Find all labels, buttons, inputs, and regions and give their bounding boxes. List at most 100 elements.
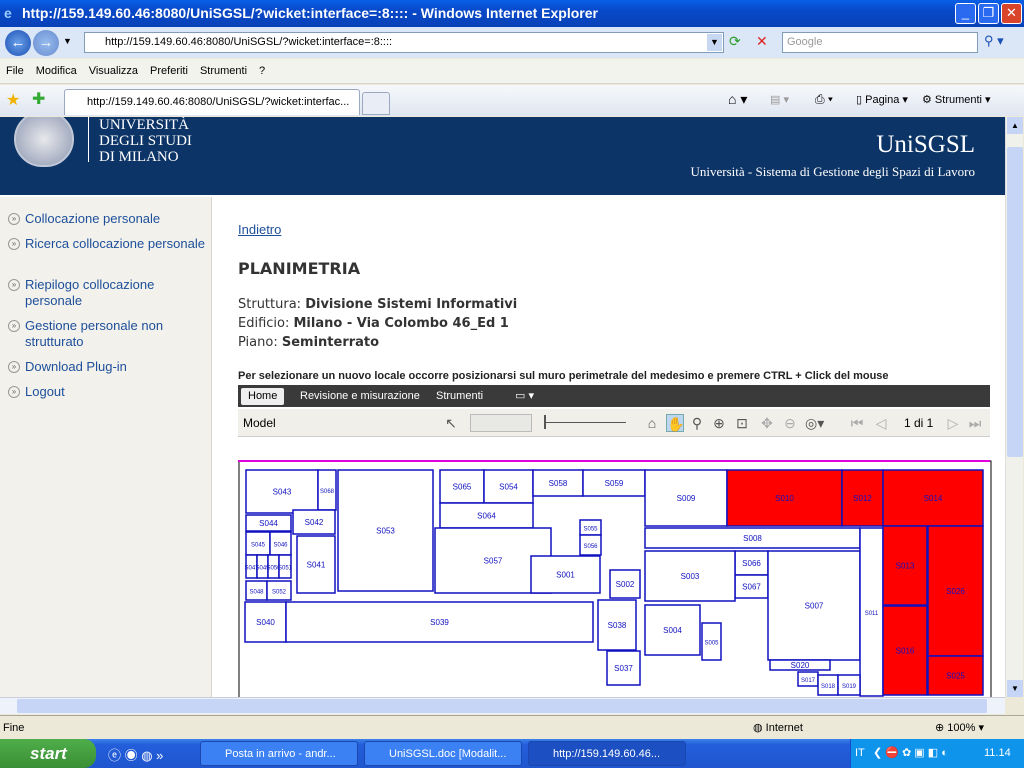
- sidebar-item-gestione[interactable]: » Gestione personale non strutturato: [8, 318, 208, 350]
- room-s017[interactable]: S017: [797, 671, 819, 687]
- zoom-icon[interactable]: ⚲: [688, 414, 706, 432]
- zoom-level[interactable]: ⊕ 100% ▾: [935, 716, 984, 740]
- vertical-scrollbar[interactable]: ▲ ▼: [1005, 117, 1023, 697]
- task-posta[interactable]: Posta in arrivo - andr...: [200, 741, 358, 766]
- task-unisgsl-doc[interactable]: UniSGSL.doc [Modalit...: [364, 741, 522, 766]
- browser-tab[interactable]: http://159.149.60.46:8080/UniSGSL/?wicke…: [64, 89, 360, 115]
- minimize-button[interactable]: _: [955, 3, 976, 24]
- menu-help[interactable]: ?: [253, 59, 271, 84]
- room-s019[interactable]: S019: [837, 674, 861, 696]
- room-s052[interactable]: S052: [266, 580, 292, 601]
- room-s013[interactable]: S013: [882, 525, 928, 606]
- viewer-tab-revisione[interactable]: Revisione e misurazione: [293, 388, 427, 405]
- feeds-icon[interactable]: ▤ ▾: [770, 93, 789, 106]
- room-s051[interactable]: S051: [278, 554, 293, 579]
- room-s040[interactable]: S040: [244, 601, 287, 643]
- room-s056[interactable]: S056: [579, 534, 602, 556]
- room-s012[interactable]: S012: [841, 469, 884, 527]
- room-s046[interactable]: S046: [269, 531, 292, 556]
- add-favorite-icon[interactable]: ✚: [32, 89, 45, 109]
- horizontal-scroll-thumb[interactable]: [17, 699, 987, 713]
- room-s038[interactable]: S038: [597, 599, 637, 651]
- tray-icons[interactable]: ❮ ⛔ ✿ ▣ ◧ ◐: [873, 739, 948, 768]
- back-link[interactable]: Indietro: [238, 222, 281, 237]
- room-s002[interactable]: S002: [609, 569, 641, 599]
- zoom-slider[interactable]: [544, 422, 626, 423]
- new-tab-button[interactable]: [362, 92, 390, 115]
- room-s009[interactable]: S009: [644, 469, 728, 527]
- address-dropdown-icon[interactable]: ▼: [707, 34, 722, 51]
- room-s045[interactable]: S045: [245, 531, 271, 556]
- last-page-icon[interactable]: ⏭: [966, 414, 984, 432]
- room-s054[interactable]: S054: [483, 469, 534, 504]
- room-s066[interactable]: S066: [734, 550, 769, 576]
- pan-hand-icon[interactable]: ✋: [666, 414, 684, 432]
- refresh-icon[interactable]: ⟳: [729, 33, 741, 50]
- history-dropdown-icon[interactable]: ▼: [63, 36, 72, 46]
- room-s007[interactable]: S007: [767, 550, 861, 661]
- room-s004[interactable]: S004: [644, 604, 701, 656]
- search-input[interactable]: Google: [782, 32, 978, 53]
- sidebar-item-download[interactable]: » Download Plug-in: [8, 359, 208, 375]
- menu-modifica[interactable]: Modifica: [30, 59, 83, 84]
- viewer-tab-home[interactable]: Home: [241, 388, 285, 405]
- room-s041[interactable]: S041: [296, 535, 336, 594]
- room-s053[interactable]: S053: [337, 469, 434, 592]
- room-s011[interactable]: S011: [859, 527, 884, 697]
- floor-plan[interactable]: S043 S068 S053 S065 S054 S058 S059 S064 S044 S042…: [238, 458, 992, 697]
- room-s005[interactable]: S005: [701, 622, 722, 661]
- room-s039[interactable]: S039: [285, 601, 594, 643]
- room-s065[interactable]: S065: [439, 469, 485, 504]
- room-s014[interactable]: S014: [882, 469, 984, 527]
- search-icon[interactable]: ⚲ ▾: [984, 33, 1004, 49]
- menu-preferiti[interactable]: Preferiti: [144, 59, 194, 84]
- start-button[interactable]: start: [0, 739, 96, 768]
- print-icon[interactable]: ⎙ ▾: [815, 92, 833, 107]
- maximize-button[interactable]: ❐: [978, 3, 999, 24]
- zoom-slider-handle[interactable]: [544, 415, 546, 429]
- turn-icon[interactable]: ⊖: [781, 414, 799, 432]
- address-bar[interactable]: http://159.149.60.46:8080/UniSGSL/?wicke…: [84, 32, 724, 53]
- room-s008[interactable]: S008: [644, 527, 861, 549]
- home-view-icon[interactable]: ⌂: [643, 414, 661, 432]
- menu-file[interactable]: File: [0, 59, 30, 84]
- viewer-menu-icon[interactable]: ▭ ▾: [508, 388, 541, 405]
- stop-icon[interactable]: ✕: [756, 33, 768, 50]
- room-s016[interactable]: S016: [882, 605, 928, 696]
- scroll-up-icon[interactable]: ▲: [1007, 117, 1023, 134]
- room-s059[interactable]: S059: [582, 469, 646, 497]
- menu-strumenti[interactable]: Strumenti: [194, 59, 253, 84]
- language-indicator[interactable]: IT: [855, 739, 865, 768]
- room-s044[interactable]: S044: [245, 514, 292, 532]
- room-s068[interactable]: S068: [317, 469, 337, 511]
- prev-page-icon[interactable]: ◁: [872, 414, 890, 432]
- favorites-star-icon[interactable]: ★: [6, 90, 20, 110]
- next-page-icon[interactable]: ▷: [944, 414, 962, 432]
- room-s067[interactable]: S067: [734, 574, 769, 599]
- menu-visualizza[interactable]: Visualizza: [83, 59, 144, 84]
- room-s042[interactable]: S042: [292, 509, 336, 535]
- zoom-extents-icon[interactable]: ⊕: [710, 414, 728, 432]
- room-s058[interactable]: S058: [532, 469, 584, 497]
- room-s001[interactable]: S001: [530, 555, 601, 594]
- room-s064[interactable]: S064: [439, 502, 534, 529]
- steering-wheel-icon[interactable]: ◎▾: [805, 414, 824, 432]
- first-page-icon[interactable]: ⏮: [848, 414, 866, 432]
- sidebar-item-collocazione[interactable]: » Collocazione personale: [8, 211, 208, 227]
- room-s026[interactable]: S026: [927, 525, 984, 657]
- page-menu[interactable]: ▯ Pagina ▾: [856, 93, 908, 106]
- room-s048[interactable]: S048: [245, 580, 268, 601]
- room-s003[interactable]: S003: [644, 550, 736, 602]
- layer-select[interactable]: [470, 414, 532, 432]
- room-s037[interactable]: S037: [606, 650, 641, 686]
- tools-menu[interactable]: ⚙ Strumenti ▾: [922, 93, 991, 106]
- room-s043[interactable]: S043: [245, 469, 319, 514]
- task-ie[interactable]: http://159.149.60.46...: [528, 741, 686, 766]
- room-s020[interactable]: S020: [769, 659, 831, 671]
- horizontal-scrollbar[interactable]: [0, 697, 1005, 714]
- room-s025[interactable]: S025: [927, 655, 984, 696]
- quicklaunch-icons[interactable]: ⓔ ◉ ◍ »: [108, 745, 163, 764]
- home-icon[interactable]: ⌂ ▾: [728, 91, 747, 108]
- sidebar-item-logout[interactable]: » Logout: [8, 384, 208, 400]
- room-s018[interactable]: S018: [817, 674, 839, 696]
